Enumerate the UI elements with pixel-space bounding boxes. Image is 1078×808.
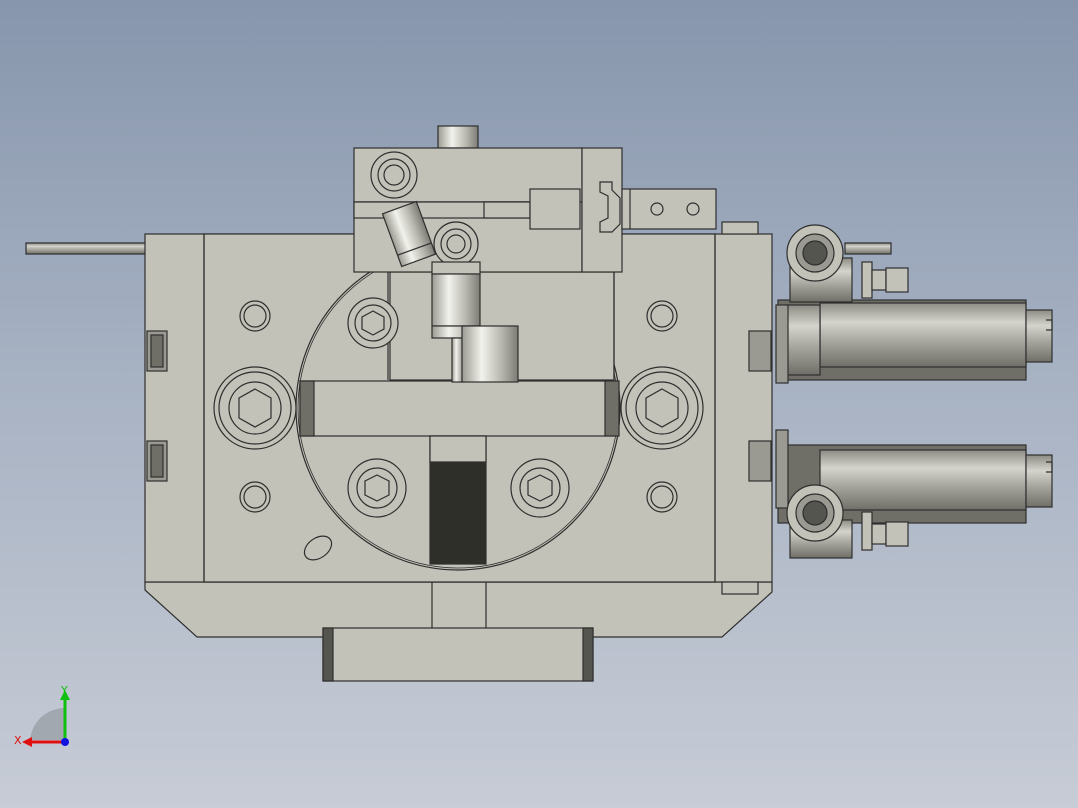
cylinder-upper — [775, 299, 1053, 384]
fitting-right-upper — [786, 224, 909, 303]
x-axis-label: X — [14, 734, 22, 747]
right-slot-top — [748, 330, 772, 372]
hole-tr — [646, 300, 678, 332]
y-axis-label: Y — [60, 684, 68, 697]
left-rod — [25, 242, 149, 255]
fitting-top-left — [370, 151, 418, 199]
fitting-mid — [431, 221, 481, 339]
right-rod — [844, 242, 892, 255]
top-pin — [437, 125, 479, 149]
x-axis-arrow — [22, 737, 32, 747]
hole-bl — [239, 481, 271, 513]
disc-screw-top — [347, 297, 399, 349]
plunger — [461, 325, 519, 383]
right-slot-bottom — [748, 440, 772, 482]
tab-bracket — [621, 188, 717, 230]
disc-screw-left — [347, 458, 407, 518]
socket-screw-right — [620, 366, 704, 450]
cross-bar — [299, 380, 619, 437]
bottom-foot — [322, 627, 594, 682]
hole-tl — [239, 300, 271, 332]
cad-3d-viewport[interactable]: X Y — [0, 0, 1078, 808]
axis-triad: X Y — [14, 684, 70, 747]
socket-screw-left — [213, 366, 297, 450]
assembly-model[interactable] — [0, 0, 1078, 808]
hole-br — [646, 481, 678, 513]
z-axis-dot — [61, 738, 69, 746]
triad-plane — [30, 707, 65, 740]
disc-screw-right — [510, 458, 570, 518]
